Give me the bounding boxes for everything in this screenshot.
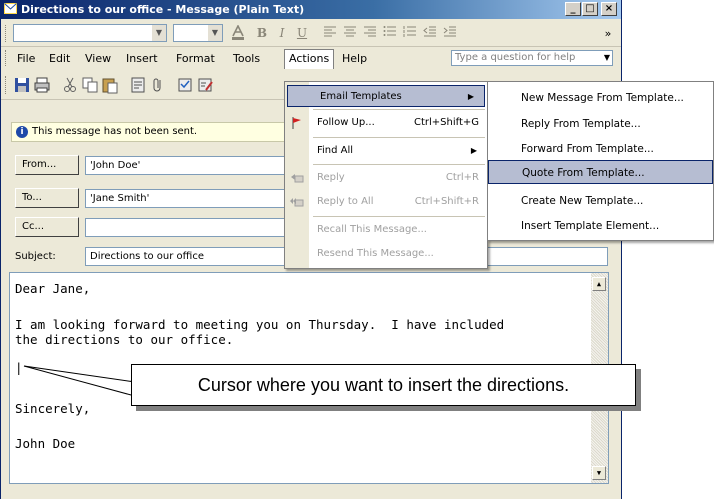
callout-annotation: Cursor where you want to insert the dire… [131, 364, 636, 406]
callout-pointer [23, 365, 136, 396]
